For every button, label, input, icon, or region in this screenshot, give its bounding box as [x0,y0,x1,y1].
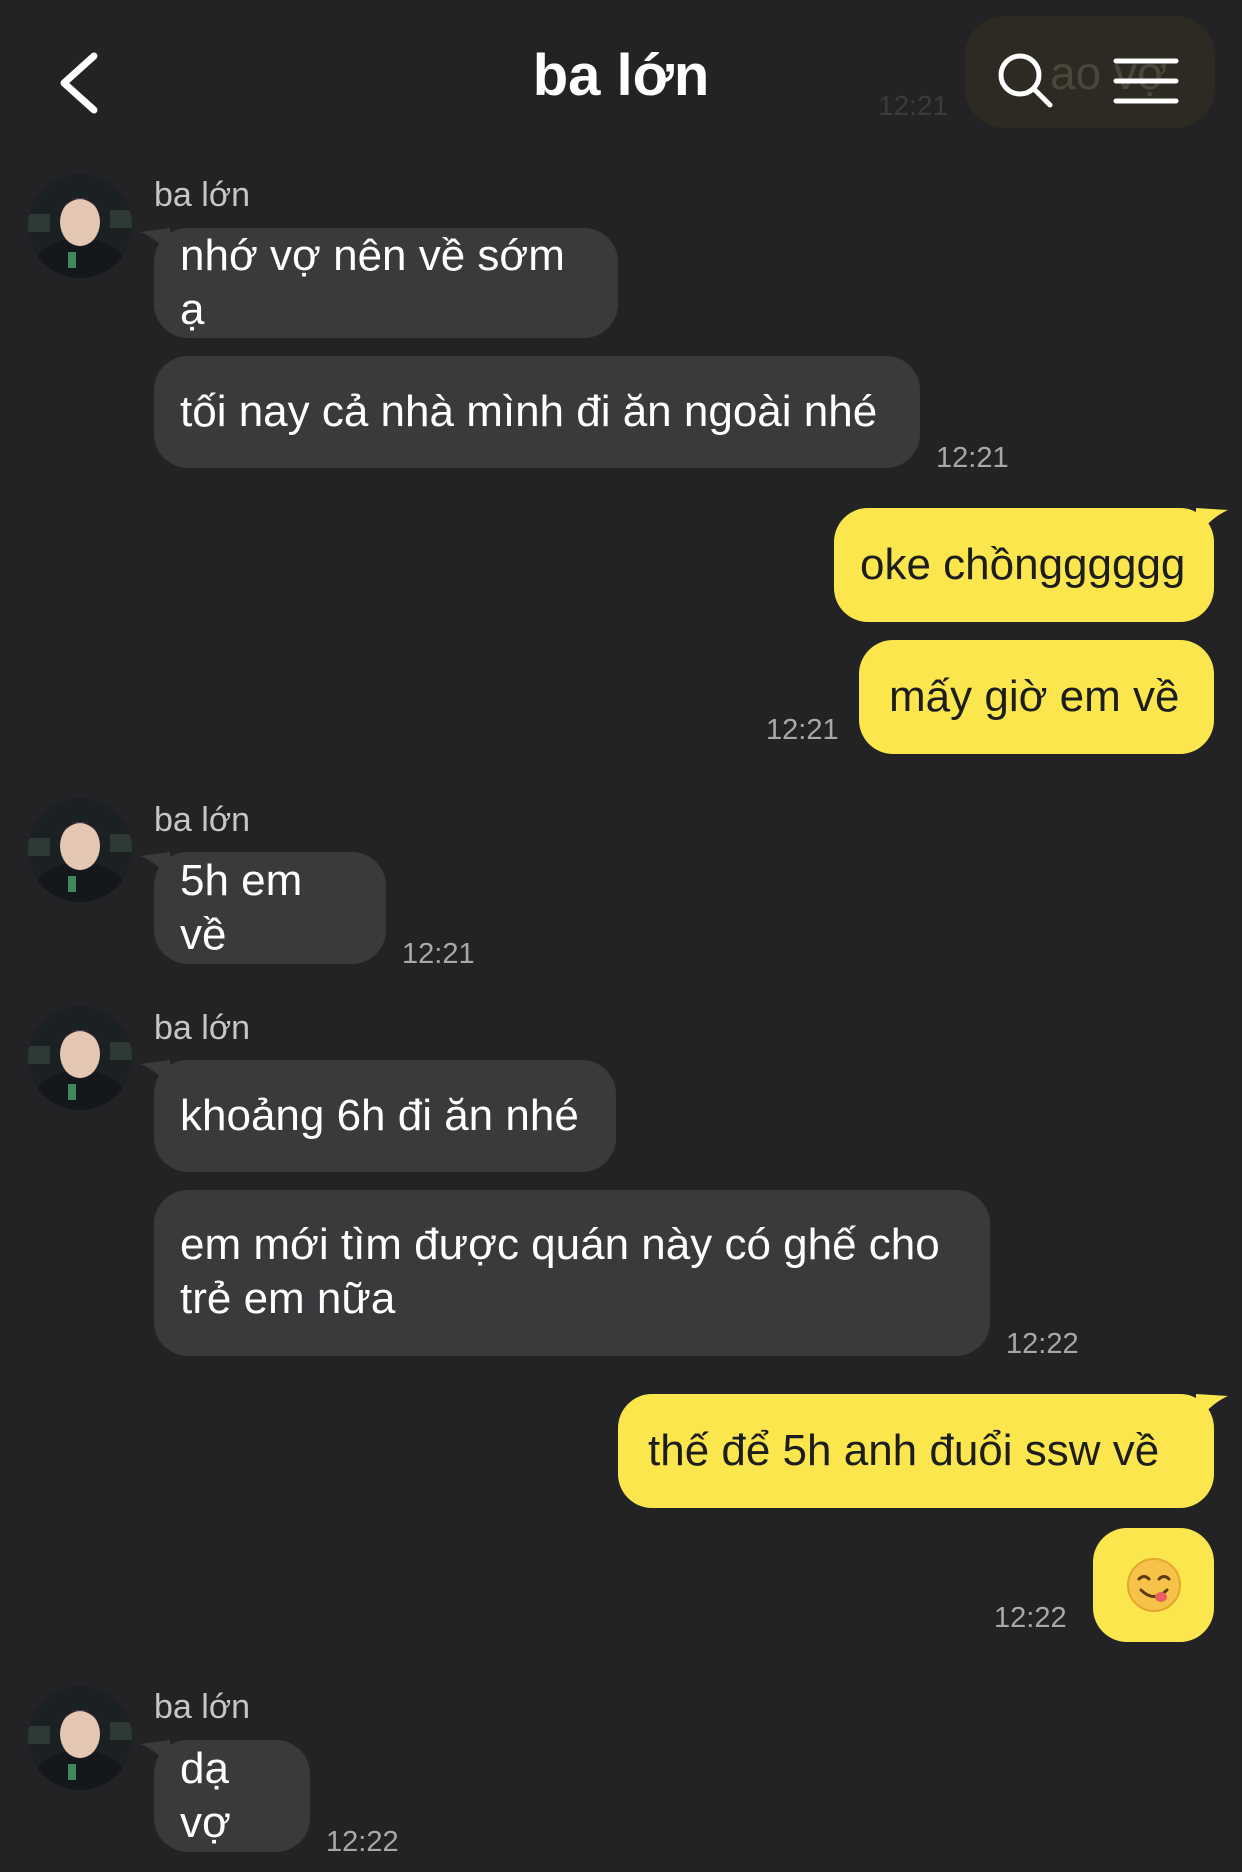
emoji-message[interactable] [1093,1528,1214,1642]
sender-name: ba lớn [154,176,251,214]
message-timestamp: 12:21 [936,442,1009,474]
message-bubble[interactable]: mấy giờ em về [859,640,1214,754]
message-timestamp: 12:22 [326,1826,399,1858]
message-timestamp: 12:21 [402,938,475,970]
message-text: thế để 5h anh đuổi ssw về [648,1426,1160,1475]
profile-photo [28,174,132,278]
profile-photo [28,798,132,902]
sender-name: ba lớn [154,1688,251,1726]
menu-button[interactable] [1113,56,1179,106]
message-bubble[interactable]: em mới tìm được quán này có ghế cho trẻ … [154,1190,990,1356]
message-timestamp: 12:21 [766,714,839,746]
message-bubble[interactable]: tối nay cả nhà mình đi ăn ngoài nhé [154,356,920,468]
chat-header: ba lớn 12:21 ao vợ [0,0,1242,160]
message-text: khoảng 6h đi ăn nhé [180,1091,579,1140]
message-bubble[interactable]: dạ vợ [154,1740,310,1852]
message-bubble[interactable]: khoảng 6h đi ăn nhé [154,1060,616,1172]
yum-face-icon [1126,1558,1181,1612]
message-bubble[interactable]: oke chồngggggg [834,508,1214,622]
profile-photo [28,1686,132,1790]
search-icon [998,53,1053,108]
message-timestamp: 12:22 [1006,1328,1079,1360]
message-text: nhớ vợ nên về sớm ạ [180,231,565,334]
search-button[interactable] [995,50,1055,110]
message-bubble[interactable]: 5h em về [154,852,386,964]
sender-name: ba lớn [154,801,251,839]
message-text-line: trẻ em nữa [180,1274,396,1323]
overlapping-timestamp: 12:21 [878,90,949,121]
message-text: dạ vợ [180,1744,231,1847]
menu-icon [1113,58,1179,104]
message-bubble[interactable]: thế để 5h anh đuổi ssw về [618,1394,1214,1508]
message-text: tối nay cả nhà mình đi ăn ngoài nhé [180,387,878,436]
profile-photo [28,1006,132,1110]
message-text: mấy giờ em về [889,672,1180,721]
message-bubble[interactable]: nhớ vợ nên về sớm ạ [154,228,618,338]
avatar[interactable] [28,798,132,902]
avatar[interactable] [28,1006,132,1110]
sender-name: ba lớn [154,1009,251,1047]
message-text-line: em mới tìm được quán này có ghế cho [180,1220,940,1269]
message-text: 5h em về [180,856,303,959]
message-text: oke chồngggggg [860,540,1186,589]
message-timestamp: 12:22 [994,1602,1067,1634]
avatar[interactable] [28,174,132,278]
avatar[interactable] [28,1686,132,1790]
